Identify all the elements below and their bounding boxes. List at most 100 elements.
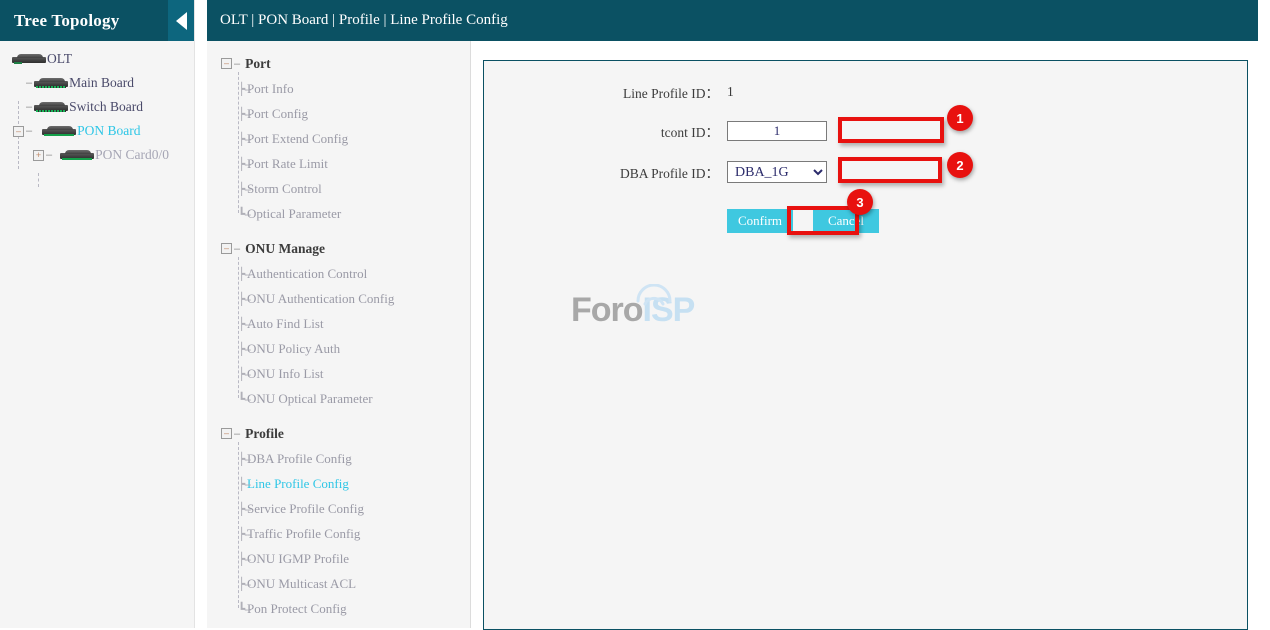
tree-expander-minus-icon[interactable]: – <box>13 126 24 137</box>
menu-item-port-rate-limit[interactable]: ┝-- Port Rate Limit <box>247 151 470 176</box>
device-chassis-icon <box>12 54 46 65</box>
device-tree: OLT – Main Board – Switch Board – – <box>0 41 194 167</box>
dba-profile-id-label: DBA Profile ID： <box>484 162 727 182</box>
menu-item-dba-profile-config[interactable]: ┝-- DBA Profile Config <box>247 446 470 471</box>
menu-group-onu-manage-items: ┝-- Authentication Control ┝-- ONU Authe… <box>207 261 470 411</box>
menu-branch-dash: – <box>232 58 242 70</box>
menu-item-label: DBA Profile Config <box>247 451 352 467</box>
menu-expander-minus-icon[interactable]: – <box>221 428 232 439</box>
menu-item-pon-protect-config[interactable]: ┗-- Pon Protect Config <box>247 596 470 621</box>
menu-item-optical-parameter[interactable]: ┗-- Optical Parameter <box>247 201 470 226</box>
menu-tick-icon: ┝-- <box>238 317 250 331</box>
dba-profile-id-select[interactable]: DBA_1G <box>727 161 827 183</box>
sidebar-title: Tree Topology <box>0 11 119 31</box>
menu-group-port-items: ┝-- Port Info ┝-- Port Config ┝-- Port E… <box>207 76 470 226</box>
menu-item-label: Service Profile Config <box>247 501 364 517</box>
menu-item-label: ONU IGMP Profile <box>247 551 349 567</box>
tcont-id-row: tcont ID： <box>484 121 1247 141</box>
menu-tick-icon: ┝-- <box>238 132 250 146</box>
menu-branch-dash: – <box>232 428 242 440</box>
tree-branch-dash: – <box>44 149 54 161</box>
tcont-id-input[interactable] <box>727 121 827 141</box>
menu-item-port-info[interactable]: ┝-- Port Info <box>247 76 470 101</box>
tree-branch-dash: – <box>24 125 34 137</box>
menu-item-label: Authentication Control <box>247 266 367 282</box>
menu-item-onu-igmp-profile[interactable]: ┝-- ONU IGMP Profile <box>247 546 470 571</box>
menu-tick-icon: ┝-- <box>238 267 250 281</box>
menu-item-onu-optical-parameter[interactable]: ┗-- ONU Optical Parameter <box>247 386 470 411</box>
menu-item-auto-find-list[interactable]: ┝-- Auto Find List <box>247 311 470 336</box>
menu-group-port[interactable]: – – Port <box>207 51 470 76</box>
menu-item-label: ONU Info List <box>247 366 324 382</box>
line-profile-config-panel: Line Profile ID： 1 tcont ID： DBA Profile… <box>483 60 1248 630</box>
menu-item-label: Storm Control <box>247 181 322 197</box>
page-header-bar: OLT | PON Board | Profile | Line Profile… <box>207 0 1258 41</box>
menu-item-label: Pon Protect Config <box>247 601 347 617</box>
menu-item-line-profile-config[interactable]: ┝-- Line Profile Config <box>247 471 470 496</box>
board-icon <box>34 78 68 89</box>
menu-expander-minus-icon[interactable]: – <box>221 58 232 69</box>
menu-item-label: ONU Multicast ACL <box>247 576 356 592</box>
sidebar-header: Tree Topology <box>0 0 194 41</box>
menu-item-port-config[interactable]: ┝-- Port Config <box>247 101 470 126</box>
menu-item-label: ONU Authentication Config <box>247 291 394 307</box>
tree-node-label: PON Board <box>77 123 140 139</box>
menu-item-label: Auto Find List <box>247 316 324 332</box>
board-icon <box>42 126 76 137</box>
menu-item-label: ONU Policy Auth <box>247 341 340 357</box>
sidebar-collapse-button[interactable] <box>168 0 194 41</box>
line-profile-id-value: 1 <box>727 84 734 100</box>
tree-node-pon-card[interactable]: + – PON Card0/0 <box>0 143 194 167</box>
menu-tick-icon: ┝-- <box>238 342 250 356</box>
menu-tick-icon: ┝-- <box>238 107 250 121</box>
menu-item-storm-control[interactable]: ┝-- Storm Control <box>247 176 470 201</box>
tree-node-label: PON Card0/0 <box>95 147 169 163</box>
menu-group-profile-items: ┝-- DBA Profile Config ┝-- Line Profile … <box>207 446 470 621</box>
menu-tick-icon: ┝-- <box>238 527 250 541</box>
tree-node-label: Main Board <box>69 75 134 91</box>
menu-tick-icon: ┝-- <box>238 182 250 196</box>
menu-group-label: Port <box>245 56 270 72</box>
menu-item-port-extend-config[interactable]: ┝-- Port Extend Config <box>247 126 470 151</box>
tree-node-main-board[interactable]: – Main Board <box>0 71 194 95</box>
menu-item-label: Port Extend Config <box>247 131 348 147</box>
menu-item-service-profile-config[interactable]: ┝-- Service Profile Config <box>247 496 470 521</box>
menu-item-onu-authentication-config[interactable]: ┝-- ONU Authentication Config <box>247 286 470 311</box>
menu-group-onu-manage[interactable]: – – ONU Manage <box>207 236 470 261</box>
menu-tick-icon: ┝-- <box>238 292 250 306</box>
menu-item-label: Port Config <box>247 106 308 122</box>
menu-expander-minus-icon[interactable]: – <box>221 243 232 254</box>
menu-tick-icon: ┗-- <box>238 602 250 616</box>
menu-tick-icon: ┗-- <box>238 392 250 406</box>
tree-node-pon-board[interactable]: – – PON Board <box>0 119 194 143</box>
tree-topology-sidebar: Tree Topology OLT – Main Board <box>0 0 195 628</box>
menu-branch-dash: – <box>232 243 242 255</box>
menu-item-label: Optical Parameter <box>247 206 341 222</box>
cancel-button[interactable]: Cancel <box>813 209 879 233</box>
menu-item-authentication-control[interactable]: ┝-- Authentication Control <box>247 261 470 286</box>
tree-node-label: OLT <box>47 51 72 67</box>
tree-node-switch-board[interactable]: – Switch Board <box>0 95 194 119</box>
menu-item-onu-policy-auth[interactable]: ┝-- ONU Policy Auth <box>247 336 470 361</box>
menu-tick-icon: ┝-- <box>238 367 250 381</box>
form-actions: Confirm Cancel <box>484 209 1247 233</box>
menu-item-label: Port Rate Limit <box>247 156 328 172</box>
tree-node-label: Switch Board <box>69 99 143 115</box>
menu-item-onu-multicast-acl[interactable]: ┝-- ONU Multicast ACL <box>247 571 470 596</box>
board-icon <box>60 150 94 161</box>
tree-branch-dash: – <box>24 101 34 113</box>
tree-node-olt[interactable]: OLT <box>0 47 194 71</box>
menu-tick-icon: ┗-- <box>238 207 250 221</box>
line-profile-id-row: Line Profile ID： 1 <box>484 82 1247 102</box>
menu-item-traffic-profile-config[interactable]: ┝-- Traffic Profile Config <box>247 521 470 546</box>
dba-profile-id-row: DBA Profile ID： DBA_1G <box>484 161 1247 183</box>
confirm-button[interactable]: Confirm <box>727 209 793 233</box>
tree-expander-plus-icon[interactable]: + <box>33 150 44 161</box>
menu-item-onu-info-list[interactable]: ┝-- ONU Info List <box>247 361 470 386</box>
board-icon <box>34 102 68 113</box>
menu-group-label: Profile <box>245 426 284 442</box>
menu-group-profile[interactable]: – – Profile <box>207 421 470 446</box>
menu-tick-icon: ┝-- <box>238 157 250 171</box>
tree-connector <box>38 173 39 187</box>
menu-tick-icon: ┝-- <box>238 552 250 566</box>
